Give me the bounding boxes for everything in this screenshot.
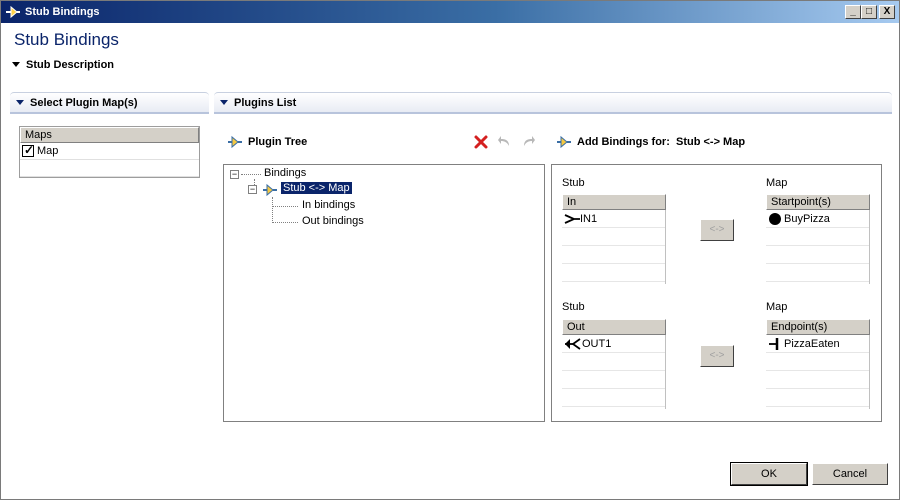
page-title: Stub Bindings — [14, 30, 119, 49]
startpoint-row[interactable]: BuyPizza — [766, 210, 869, 228]
table-row — [562, 353, 665, 371]
in-stub-table[interactable]: In IN1 — [562, 194, 666, 284]
tree-node-out-bindings[interactable]: Out bindings — [302, 215, 364, 227]
maps-table: Maps ✓ Map — [19, 126, 200, 178]
out-stub-row[interactable]: OUT1 — [562, 335, 665, 353]
add-bindings-icon — [557, 135, 571, 149]
maps-column-header[interactable]: Maps — [20, 127, 199, 143]
ok-button[interactable]: OK — [730, 462, 808, 486]
close-button[interactable]: X — [879, 5, 895, 19]
tree-connector — [272, 222, 298, 223]
table-row — [766, 371, 869, 389]
tree-node-in-bindings[interactable]: In bindings — [302, 199, 355, 211]
table-row — [766, 264, 869, 282]
connect-out-button[interactable]: <-> — [700, 345, 734, 367]
tree-connector — [272, 197, 273, 223]
startpoint-table[interactable]: Startpoint(s) BuyPizza — [766, 194, 870, 284]
in-path-icon — [564, 213, 580, 224]
table-row — [766, 353, 869, 371]
map-checkbox[interactable]: ✓ — [22, 143, 35, 157]
stub-bindings-dialog: Stub Bindings _ □ X Stub Bindings Stub D… — [0, 0, 900, 500]
select-plugin-map-header[interactable]: Select Plugin Map(s) — [10, 92, 209, 114]
tree-connector — [272, 206, 298, 207]
title-bar[interactable]: Stub Bindings _ □ X — [1, 1, 899, 23]
table-row — [766, 246, 869, 264]
in-stub-row[interactable]: IN1 — [562, 210, 665, 228]
out-stub-label: Stub — [562, 301, 585, 313]
connect-in-button[interactable]: <-> — [700, 219, 734, 241]
plugins-list-header[interactable]: Plugins List — [214, 92, 892, 114]
collapse-triangle-icon — [220, 100, 228, 105]
add-bindings-label: Add Bindings for: Stub <-> Map — [577, 136, 745, 148]
endpoint-column-header[interactable]: Endpoint(s) — [766, 319, 870, 335]
table-row — [562, 371, 665, 389]
table-row — [766, 228, 869, 246]
endpoint-icon — [769, 337, 779, 350]
checkmark-icon: ✓ — [24, 143, 35, 157]
startpoint-column-header[interactable]: Startpoint(s) — [766, 194, 870, 210]
select-plugin-map-title: Select Plugin Map(s) — [30, 97, 138, 109]
table-row — [562, 264, 665, 282]
out-stub-item: OUT1 — [582, 337, 612, 350]
add-bindings-prefix: Add Bindings for: — [577, 136, 670, 148]
delete-icon[interactable] — [473, 134, 489, 150]
stub-description-toggle[interactable]: Stub Description — [12, 59, 114, 71]
table-row — [562, 389, 665, 407]
stub-node-icon — [263, 183, 277, 197]
endpoint-row[interactable]: PizzaEaten — [766, 335, 869, 353]
table-row — [766, 389, 869, 407]
tree-connector — [241, 174, 261, 175]
stub-description-label: Stub Description — [26, 59, 115, 71]
plugins-list-title: Plugins List — [234, 97, 297, 109]
redo-icon[interactable] — [520, 134, 536, 150]
out-path-icon — [565, 337, 581, 350]
stub-app-icon — [6, 5, 20, 19]
map-item-label: Map — [37, 145, 59, 157]
in-stub-label: Stub — [562, 177, 585, 189]
out-stub-table[interactable]: Out OUT1 — [562, 319, 666, 409]
in-column-header[interactable]: In — [562, 194, 666, 210]
tree-collapse-icon[interactable]: − — [230, 170, 239, 179]
table-row — [562, 228, 665, 246]
plugin-tree[interactable]: − Bindings − Stub <-> Map In bindings Ou… — [223, 164, 545, 422]
startpoint-icon — [769, 212, 781, 225]
maximize-button[interactable]: □ — [861, 5, 877, 19]
plugin-tree-icon — [228, 135, 242, 149]
endpoint-item: PizzaEaten — [784, 337, 840, 350]
endpoint-table[interactable]: Endpoint(s) PizzaEaten — [766, 319, 870, 409]
window-title: Stub Bindings — [25, 6, 100, 18]
tree-node-stub-map[interactable]: Stub <-> Map — [281, 182, 352, 194]
plugin-tree-label: Plugin Tree — [248, 136, 308, 148]
undo-icon[interactable] — [497, 134, 513, 150]
out-map-label: Map — [766, 301, 788, 313]
table-row — [562, 246, 665, 264]
startpoint-item: BuyPizza — [784, 212, 830, 225]
map-list-item[interactable]: ✓ Map — [20, 143, 199, 160]
table-row — [20, 160, 199, 177]
cancel-button[interactable]: Cancel — [812, 463, 888, 485]
in-map-label: Map — [766, 177, 788, 189]
tree-node-bindings[interactable]: Bindings — [264, 167, 306, 179]
collapse-triangle-icon — [16, 100, 24, 105]
add-bindings-target: Stub <-> Map — [676, 136, 746, 148]
tree-collapse-icon[interactable]: − — [248, 185, 257, 194]
out-column-header[interactable]: Out — [562, 319, 666, 335]
bindings-panel: Stub In IN1 <-> Map Startpoint(s) BuyPiz… — [551, 164, 882, 422]
collapse-triangle-icon — [12, 62, 20, 67]
in-stub-item: IN1 — [580, 212, 598, 225]
minimize-button[interactable]: _ — [845, 5, 861, 19]
